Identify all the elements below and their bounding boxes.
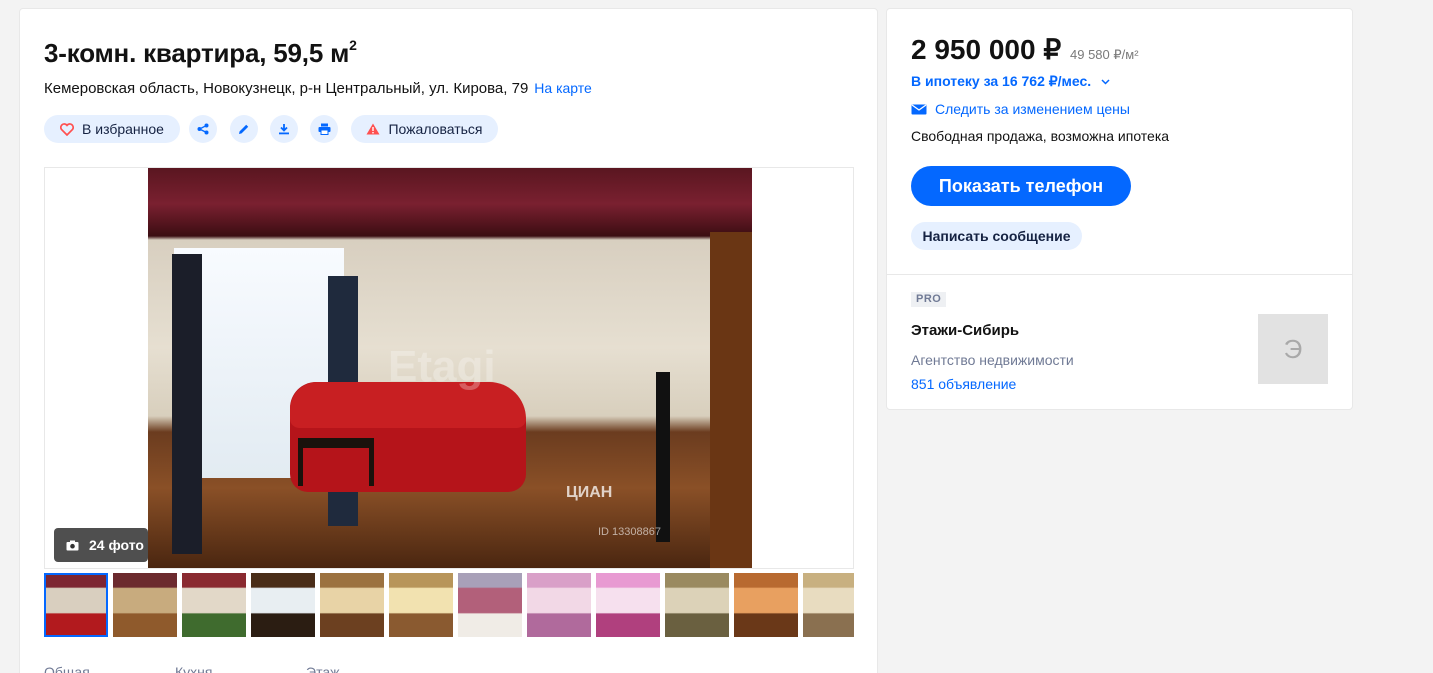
download-icon — [279, 124, 289, 135]
listing-title: 3-комн. квартира, 59,5 м2 — [44, 37, 357, 68]
listing-address: Кемеровская область, Новокузнецк, р-н Це… — [44, 80, 592, 97]
photo-door — [710, 232, 752, 568]
report-button[interactable]: Пожаловаться — [351, 115, 498, 143]
photo-thumbnail[interactable] — [44, 573, 108, 637]
download-button[interactable] — [270, 115, 298, 143]
divider — [887, 274, 1352, 275]
listing-card: 3-комн. квартира, 59,5 м2 Кемеровская об… — [19, 8, 878, 673]
photo-count-label: 24 фото — [89, 537, 144, 553]
share-button[interactable] — [189, 115, 217, 143]
envelope-icon — [911, 103, 927, 114]
share-icon — [197, 123, 209, 135]
photo-curtain — [172, 254, 202, 554]
main-photo[interactable]: Etagi ЦИАН ID 13308867 — [148, 168, 752, 568]
photo-thumbnail[interactable] — [458, 573, 522, 637]
photo-thumbnail[interactable] — [527, 573, 591, 637]
spec-label: Общая — [44, 664, 90, 673]
favorite-label: В избранное — [82, 121, 164, 137]
photo-thumbnail[interactable] — [665, 573, 729, 637]
photo-watermark: ЦИАН — [566, 484, 613, 501]
price: 2 950 000 ₽ — [911, 34, 1062, 65]
follow-price-link[interactable]: Следить за изменением цены — [911, 101, 1130, 117]
edit-icon — [239, 124, 249, 134]
thumbnail-strip — [44, 573, 854, 637]
agency-listings-link[interactable]: 851 объявление — [911, 376, 1016, 392]
photo-thumbnail[interactable] — [389, 573, 453, 637]
pro-badge: PRO — [911, 292, 947, 307]
heart-icon — [60, 122, 75, 136]
spec-label: Этаж — [306, 664, 340, 673]
title-superscript: 2 — [349, 37, 357, 53]
map-link[interactable]: На карте — [534, 80, 592, 96]
agency-type: Агентство недвижимости — [911, 352, 1074, 368]
photo-count-button[interactable]: 24 фото — [54, 528, 148, 562]
photo-gallery[interactable]: Etagi ЦИАН ID 13308867 24 фото — [44, 167, 854, 569]
show-phone-button[interactable]: Показать телефон — [911, 166, 1131, 206]
photo-thumbnail[interactable] — [803, 573, 854, 637]
price-card: 2 950 000 ₽ 49 580 ₽/м² В ипотеку за 16 … — [886, 8, 1353, 410]
photo-thumbnail[interactable] — [734, 573, 798, 637]
report-label: Пожаловаться — [388, 121, 483, 137]
agency-name[interactable]: Этажи-Сибирь — [911, 322, 1019, 339]
photo-thumbnail[interactable] — [113, 573, 177, 637]
photo-thumbnail[interactable] — [320, 573, 384, 637]
write-message-button[interactable]: Написать сообщение — [911, 222, 1082, 250]
spec-label: Кухня — [175, 664, 213, 673]
print-button[interactable] — [310, 115, 338, 143]
favorite-button[interactable]: В избранное — [44, 115, 180, 143]
agency-logo[interactable]: Э — [1258, 314, 1328, 384]
photo-speaker — [656, 372, 670, 542]
price-per-m2: 49 580 ₽/м² — [1070, 47, 1139, 62]
photo-thumbnail[interactable] — [182, 573, 246, 637]
sale-terms: Свободная продажа, возможна ипотека — [911, 128, 1170, 144]
print-icon — [318, 123, 330, 135]
mortgage-label: В ипотеку за 16 762 ₽/мес. — [911, 73, 1092, 89]
photo-table — [298, 438, 374, 486]
camera-icon — [66, 540, 79, 550]
address-text: Кемеровская область, Новокузнецк, р-н Це… — [44, 80, 529, 97]
photo-watermark-agency: Etagi — [388, 342, 496, 391]
photo-watermark-id: ID 13308867 — [598, 526, 661, 538]
follow-price-label: Следить за изменением цены — [935, 101, 1130, 117]
chevron-down-icon — [1101, 78, 1110, 85]
photo-thumbnail[interactable] — [251, 573, 315, 637]
photo-thumbnail[interactable] — [596, 573, 660, 637]
mortgage-link[interactable]: В ипотеку за 16 762 ₽/мес. — [911, 73, 1110, 90]
warning-icon — [366, 123, 380, 135]
edit-button[interactable] — [230, 115, 258, 143]
